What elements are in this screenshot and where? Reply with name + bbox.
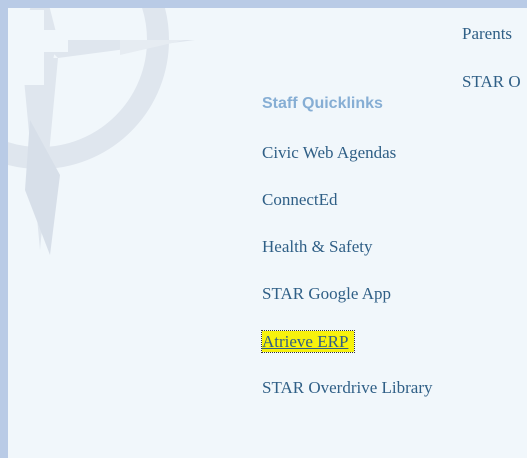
quicklink-civic-web-agendas[interactable]: Civic Web Agendas [262,143,396,163]
nav-link-star-o[interactable]: STAR O [462,72,521,92]
quicklink-star-google-app[interactable]: STAR Google App [262,284,391,304]
staff-quicklinks-heading: Staff Quicklinks [262,95,383,112]
page-frame: Parents STAR O Staff Quicklinks Civic We… [8,8,527,458]
compass-star-logo [8,8,195,255]
quicklink-star-overdrive-library[interactable]: STAR Overdrive Library [262,378,432,398]
nav-link-parents[interactable]: Parents [462,24,512,44]
quicklink-connected[interactable]: ConnectEd [262,190,338,210]
quicklink-atrieve-erp[interactable]: Atrieve ERP [260,330,356,353]
quicklink-atrieve-erp-label: Atrieve ERP [262,332,349,351]
quicklink-health-safety[interactable]: Health & Safety [262,237,372,257]
